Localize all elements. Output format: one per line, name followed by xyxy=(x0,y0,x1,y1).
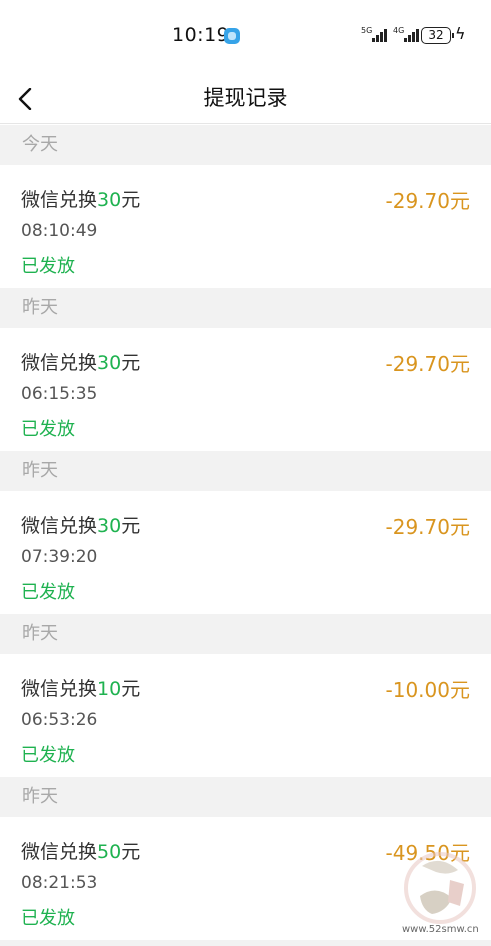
record-time: 06:15:35 xyxy=(21,384,98,404)
record-amount: -10.00元 xyxy=(385,678,470,702)
record-time: 08:21:53 xyxy=(21,873,98,893)
status-badge: 已发放 xyxy=(21,256,75,277)
status-badge: 已发放 xyxy=(21,419,75,440)
day-header: 昨天 xyxy=(0,288,491,328)
record-amount: -29.70元 xyxy=(385,352,470,376)
day-header: 昨天 xyxy=(0,451,491,491)
status-badge: 已发放 xyxy=(21,745,75,766)
record-time: 06:53:26 xyxy=(21,710,98,730)
record-title: 微信兑换10元 xyxy=(21,678,141,700)
record-title: 微信兑换50元 xyxy=(21,841,141,863)
signal-4g-icon: 4G xyxy=(393,26,423,44)
watermark-text: www.52smw.cn xyxy=(402,924,479,935)
charging-icon: ϟ xyxy=(455,24,466,43)
day-header: 今天 xyxy=(0,125,491,165)
record-amount: -29.70元 xyxy=(385,189,470,213)
bottom-divider xyxy=(0,940,491,946)
chat-notification-icon xyxy=(224,28,240,44)
status-time: 10:19 xyxy=(172,24,230,46)
battery-level: 32 xyxy=(428,28,444,42)
record-amount: -29.70元 xyxy=(385,515,470,539)
record-title-amount: 50 xyxy=(97,841,122,863)
nav-bar: 提现记录 xyxy=(0,72,491,124)
list-item[interactable]: 微信兑换10元 06:53:26 已发放 -10.00元 xyxy=(0,654,491,777)
record-title: 微信兑换30元 xyxy=(21,352,141,374)
list-item[interactable]: 微信兑换30元 07:39:20 已发放 -29.70元 xyxy=(0,491,491,614)
record-title: 微信兑换30元 xyxy=(21,515,141,537)
day-header: 昨天 xyxy=(0,614,491,654)
record-time: 07:39:20 xyxy=(21,547,98,567)
status-badge: 已发放 xyxy=(21,582,75,603)
record-title: 微信兑换30元 xyxy=(21,189,141,211)
status-badge: 已发放 xyxy=(21,908,75,929)
battery-icon: 32 xyxy=(421,27,454,44)
page-title: 提现记录 xyxy=(203,86,288,110)
record-title-amount: 30 xyxy=(97,515,122,537)
record-title-amount: 30 xyxy=(97,189,122,211)
day-header: 昨天 xyxy=(0,777,491,817)
record-time: 08:10:49 xyxy=(21,221,98,241)
list-item[interactable]: 微信兑换50元 08:21:53 已发放 -49.50元 xyxy=(0,817,491,940)
list-item[interactable]: 微信兑换30元 08:10:49 已发放 -29.70元 xyxy=(0,165,491,288)
list-item[interactable]: 微信兑换30元 06:15:35 已发放 -29.70元 xyxy=(0,328,491,451)
record-amount: -49.50元 xyxy=(385,841,470,865)
withdrawal-record-list: 今天 微信兑换30元 08:10:49 已发放 -29.70元 昨天 微信兑换3… xyxy=(0,125,491,940)
record-title-amount: 30 xyxy=(97,352,122,374)
status-bar: 10:19 5G 4G 32 ϟ xyxy=(0,0,491,72)
record-title-amount: 10 xyxy=(97,678,122,700)
signal-5g-icon: 5G xyxy=(361,26,391,44)
